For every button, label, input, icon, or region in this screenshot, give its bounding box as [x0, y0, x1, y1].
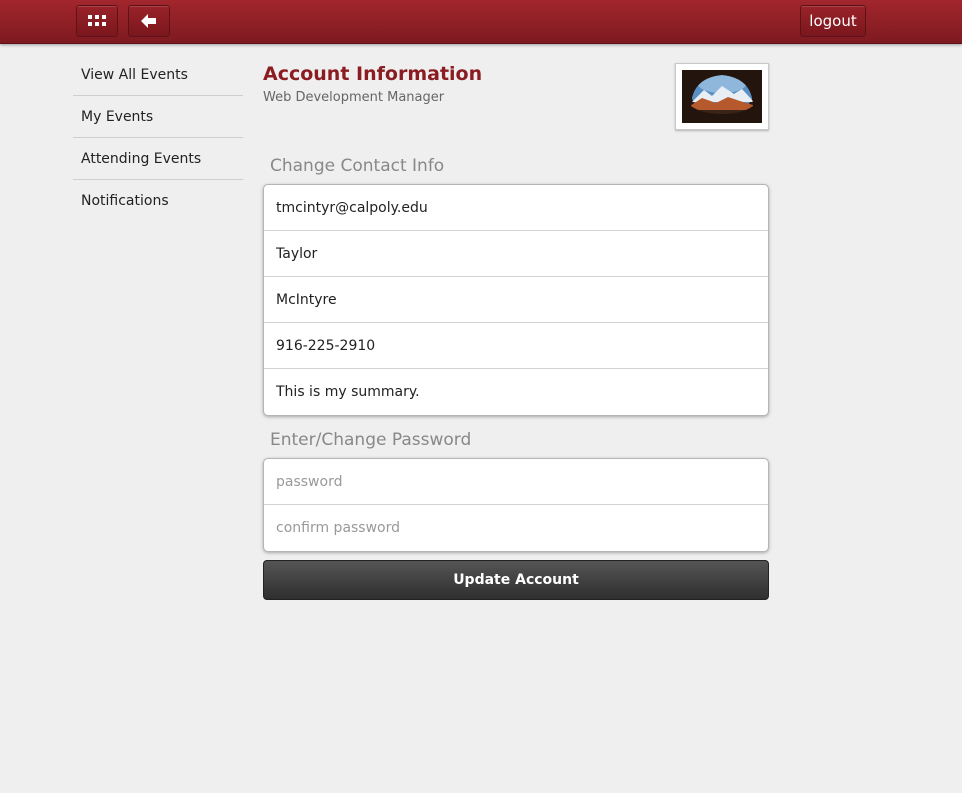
main-content: Account Information Web Development Mana…: [263, 60, 769, 600]
top-bar: logout: [0, 0, 962, 44]
phone-row: [264, 323, 768, 369]
sidebar-item-view-all-events[interactable]: View All Events: [73, 54, 243, 96]
back-button[interactable]: [128, 5, 170, 37]
sidebar-item-attending-events[interactable]: Attending Events: [73, 138, 243, 180]
profile-photo-image: [682, 70, 762, 123]
sidebar: View All Events My Events Attending Even…: [73, 54, 243, 222]
last-name-row: [264, 277, 768, 323]
logout-button[interactable]: logout: [800, 5, 866, 37]
update-account-button[interactable]: Update Account: [263, 560, 769, 600]
apps-menu-button[interactable]: [76, 5, 118, 37]
password-fields: [263, 458, 769, 552]
summary-row: [264, 369, 768, 415]
confirm-password-field[interactable]: [274, 519, 768, 537]
profile-photo[interactable]: [675, 63, 769, 130]
phone-field[interactable]: [274, 336, 768, 355]
password-field[interactable]: [274, 472, 768, 491]
contact-fields: [263, 184, 769, 416]
email-field[interactable]: [274, 198, 768, 217]
last-name-field[interactable]: [274, 290, 768, 309]
summary-field[interactable]: [274, 383, 768, 401]
apps-grid-icon: [88, 15, 106, 27]
confirm-password-row: [264, 505, 768, 551]
email-row: [264, 185, 768, 231]
arrow-left-icon: [141, 14, 156, 28]
first-name-row: [264, 231, 768, 277]
sidebar-item-my-events[interactable]: My Events: [73, 96, 243, 138]
first-name-field[interactable]: [274, 244, 768, 263]
password-row: [264, 459, 768, 505]
contact-section-label: Change Contact Info: [270, 156, 445, 176]
sidebar-item-notifications[interactable]: Notifications: [73, 180, 243, 222]
password-section-label: Enter/Change Password: [270, 430, 472, 450]
